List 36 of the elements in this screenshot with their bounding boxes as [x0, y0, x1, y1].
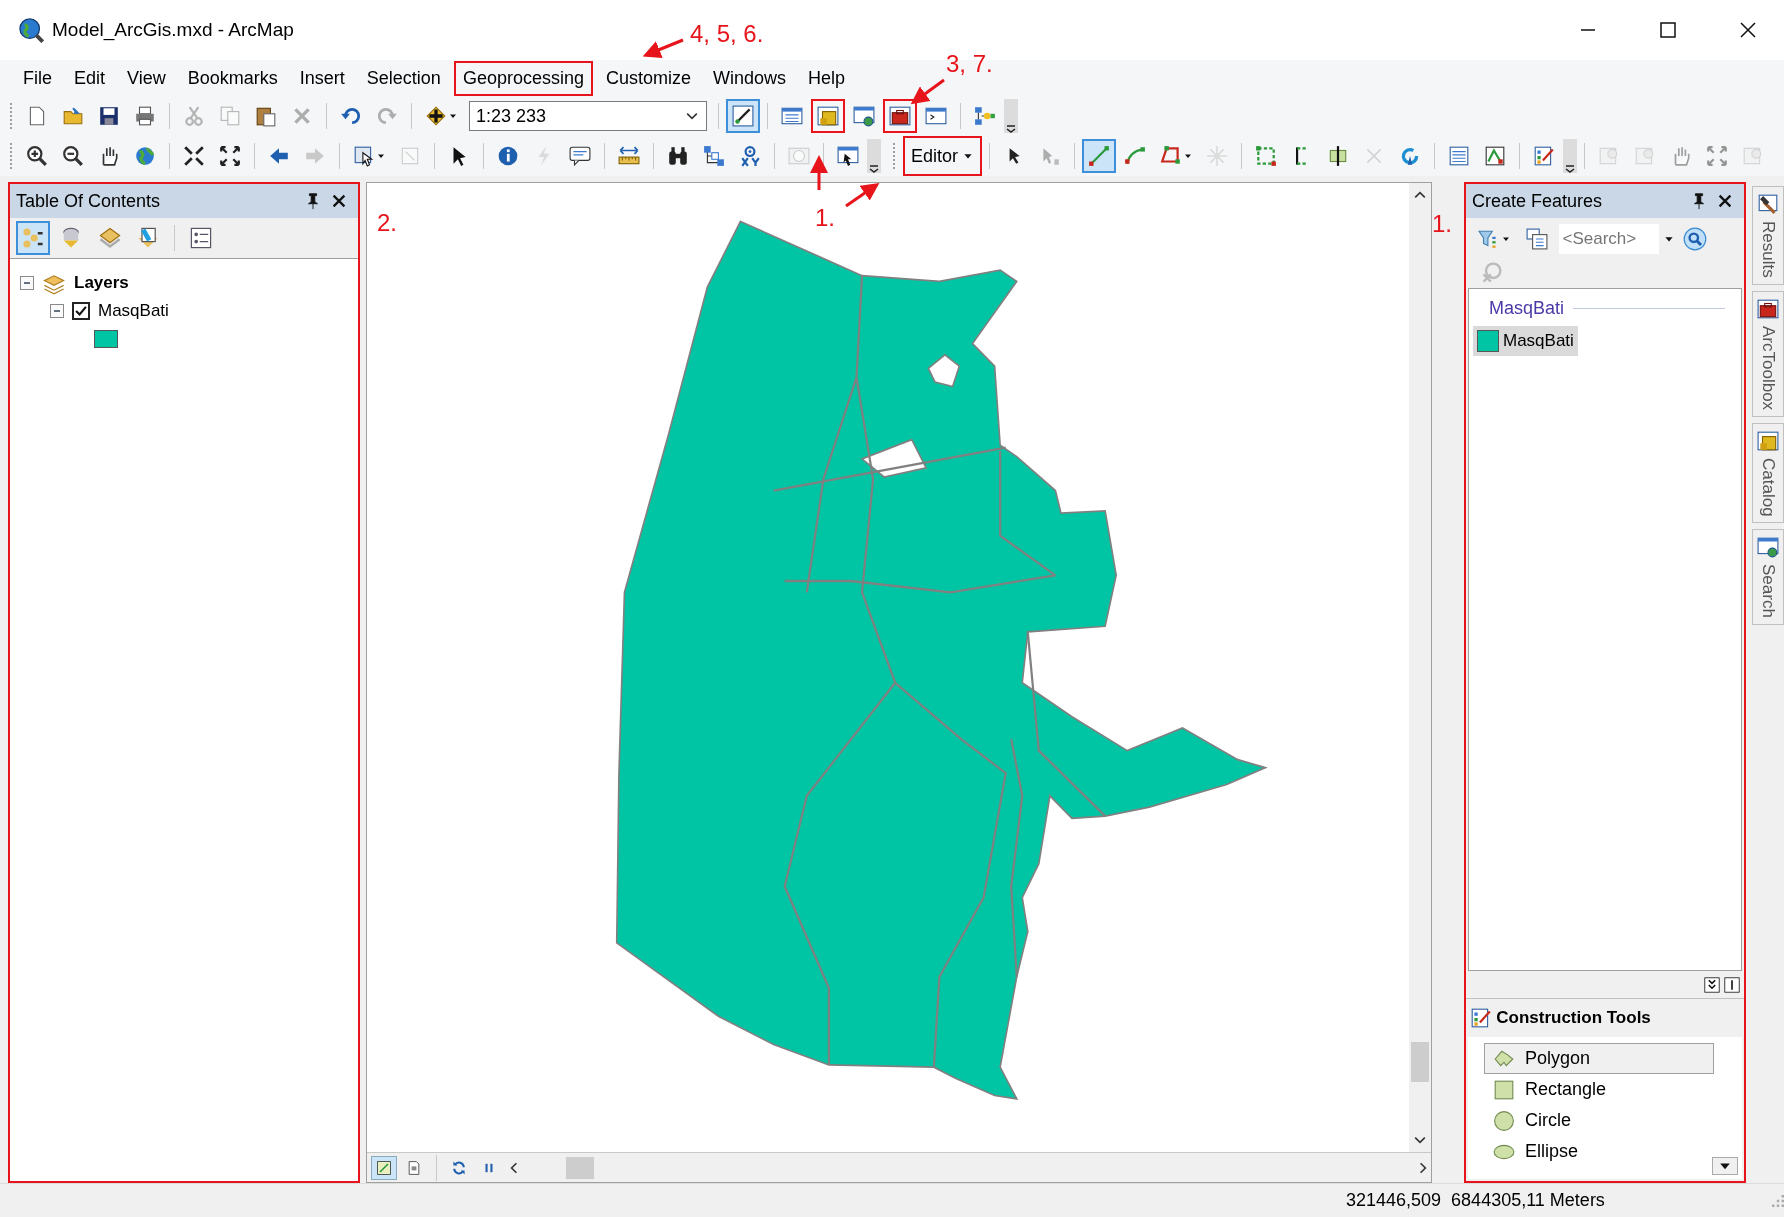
- scale-value: 1:23 233: [476, 104, 547, 128]
- menu-item[interactable]: Insert: [290, 60, 354, 96]
- section-title: Construction Tools: [1496, 1007, 1651, 1030]
- side-tab[interactable]: Catalog: [1752, 422, 1784, 524]
- side-tab[interactable]: ArcToolbox: [1752, 290, 1784, 417]
- menu-item[interactable]: View: [118, 60, 175, 96]
- annotation-label: 2.: [377, 211, 397, 235]
- menu-item[interactable]: Selection: [357, 60, 450, 96]
- menu-item[interactable]: Customize: [596, 60, 700, 96]
- search-field[interactable]: <Search>: [1558, 224, 1659, 254]
- menu-item[interactable]: Windows: [704, 60, 795, 96]
- construction-tool[interactable]: Circle: [1484, 1105, 1714, 1136]
- frame-label: Layers: [74, 272, 129, 295]
- menu-item[interactable]: File: [14, 60, 61, 96]
- annotation-label: 1.: [1432, 210, 1452, 237]
- feature-template[interactable]: MasqBati: [1473, 326, 1578, 356]
- panel-title: Create Features: [1472, 189, 1603, 213]
- panel-title: Table Of Contents: [16, 189, 161, 213]
- annotation-label: 3, 7.: [946, 52, 993, 76]
- menu-item[interactable]: Edit: [65, 60, 115, 96]
- editor-menu-button[interactable]: Editor: [903, 136, 983, 176]
- annotation-label: 1.: [815, 206, 835, 230]
- scale-combo[interactable]: 1:23 233: [469, 101, 707, 131]
- construction-tool[interactable]: Rectangle: [1484, 1074, 1714, 1105]
- window-title: Model_ArcGis.mxd - ArcMap: [52, 17, 294, 43]
- coordinates-readout: 321446,509 6844305,11 Meters: [1346, 1189, 1605, 1212]
- side-tab[interactable]: Search: [1752, 529, 1784, 626]
- menu-item[interactable]: Help: [799, 60, 855, 96]
- annotation-label: 4, 5, 6.: [690, 22, 764, 46]
- menu-item[interactable]: Geoprocessing: [453, 60, 593, 96]
- menu-item[interactable]: Bookmarks: [178, 60, 287, 96]
- construction-tool[interactable]: Ellipse: [1484, 1136, 1714, 1167]
- side-tab[interactable]: Results: [1752, 186, 1784, 285]
- construction-tool[interactable]: Polygon: [1484, 1043, 1714, 1074]
- layer-label: MasqBati: [98, 300, 169, 323]
- group-heading: MasqBati: [1489, 297, 1565, 320]
